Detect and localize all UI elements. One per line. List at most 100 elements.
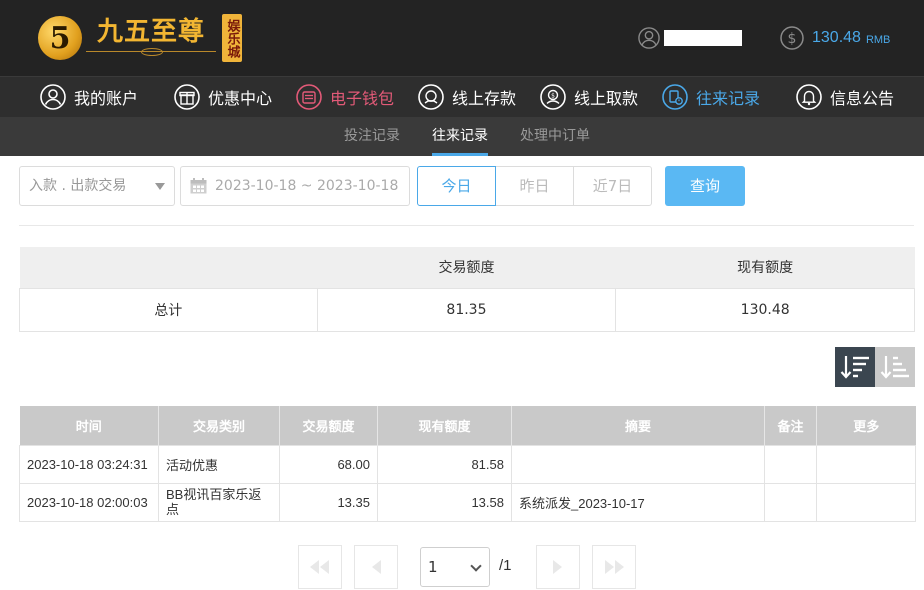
summary-header-row: 交易额度 现有额度 <box>19 247 915 288</box>
last-page-button[interactable] <box>592 545 636 589</box>
nav-label: 信息公告 <box>830 89 895 108</box>
bell-icon <box>796 84 822 110</box>
tab-bet-records[interactable]: 投注记录 <box>344 117 400 156</box>
double-chevron-right-icon <box>605 560 624 574</box>
section-divider <box>19 225 914 226</box>
col-header-remark[interactable]: 备注 <box>764 406 817 445</box>
query-button[interactable]: 查询 <box>665 166 745 206</box>
records-header-row: 时间 交易类别 交易额度 现有额度 摘要 备注 更多 <box>19 406 916 445</box>
gift-icon <box>174 84 200 110</box>
date-range-input[interactable]: 2023-10-18 ~ 2023-10-18 <box>180 166 410 206</box>
col-header-summary[interactable]: 摘要 <box>511 406 765 445</box>
sort-ascending-button[interactable] <box>875 347 915 387</box>
summary-total-row: 总计 81.35 130.48 <box>19 287 915 332</box>
cell-summary <box>511 444 765 484</box>
next-page-button[interactable] <box>536 545 580 589</box>
logo-ornament <box>86 48 216 59</box>
tab-pending-orders[interactable]: 处理中订单 <box>520 117 590 156</box>
nav-e-wallet[interactable]: 电子钱包 <box>296 77 394 117</box>
summary-total-label: 总计 <box>19 287 318 332</box>
logo-title: 九五至尊 <box>96 17 205 47</box>
nav-label: 线上取款 <box>574 89 639 108</box>
caret-down-icon <box>155 183 165 190</box>
nav-promotions[interactable]: 优惠中心 <box>174 77 272 117</box>
cell-type: 活动优惠 <box>158 444 280 484</box>
sort-ascending-icon <box>880 356 909 379</box>
range-yesterday-button[interactable]: 昨日 <box>495 166 574 206</box>
logo-emblem: 5 <box>38 16 82 60</box>
logo-badge: 娱乐城 <box>222 14 242 62</box>
chevron-down-icon <box>470 560 482 572</box>
calendar-icon <box>190 178 207 194</box>
nav-transaction-records[interactable]: 往来记录 <box>662 77 760 117</box>
transaction-type-select[interactable]: 入款 . 出款交易 <box>19 166 175 206</box>
double-chevron-left-icon <box>310 560 329 574</box>
table-row: 2023-10-18 03:24:31 活动优惠 68.00 81.58 <box>19 444 916 484</box>
range-7days-button[interactable]: 近7日 <box>573 166 652 206</box>
nav-label: 线上存款 <box>452 89 517 108</box>
cell-time: 2023-10-18 03:24:31 <box>19 444 159 484</box>
dollar-coin-icon: $ <box>780 26 804 50</box>
username-field <box>664 30 742 46</box>
summary-table: 交易额度 现有额度 总计 81.35 130.48 <box>19 247 915 332</box>
prev-page-button[interactable] <box>354 545 398 589</box>
cell-amount: 68.00 <box>279 444 378 484</box>
cell-summary: 系统派发_2023-10-17 <box>511 482 765 522</box>
nav-announcements[interactable]: 信息公告 <box>796 77 894 117</box>
nav-label: 电子钱包 <box>330 89 395 108</box>
chevron-left-icon <box>372 560 381 574</box>
cell-time: 2023-10-18 02:00:03 <box>19 482 159 522</box>
summary-header-blank <box>19 247 318 288</box>
col-header-balance[interactable]: 现有额度 <box>377 406 512 445</box>
nav-my-account[interactable]: 我的账户 <box>40 77 138 117</box>
wallet-icon <box>296 84 322 110</box>
cell-type: BB视讯百家乐返点 <box>158 482 280 522</box>
nav-online-deposit[interactable]: 线上存款 <box>418 77 516 117</box>
deposit-icon <box>418 84 444 110</box>
first-page-button[interactable] <box>298 545 342 589</box>
sort-descending-icon <box>840 356 869 379</box>
records-table: 时间 交易类别 交易额度 现有额度 摘要 备注 更多 2023-10-18 03… <box>19 406 916 522</box>
svg-text:$: $ <box>551 93 555 100</box>
col-header-amount[interactable]: 交易额度 <box>279 406 378 445</box>
wallet-balance: $ 130.48 RMB <box>780 26 890 50</box>
svg-text:$: $ <box>788 31 797 47</box>
cell-more[interactable] <box>816 444 916 484</box>
summary-header-current-balance: 现有额度 <box>615 247 915 288</box>
range-today-button[interactable]: 今日 <box>417 166 496 206</box>
col-header-time[interactable]: 时间 <box>19 406 159 445</box>
cell-balance: 81.58 <box>377 444 512 484</box>
sort-descending-button[interactable] <box>835 347 875 387</box>
user-icon <box>40 84 66 110</box>
transaction-type-value: 入款 . 出款交易 <box>29 178 127 194</box>
page-number-value: 1 <box>428 558 438 576</box>
quick-range-group: 今日 昨日 近7日 <box>417 166 652 206</box>
cell-remark <box>764 482 817 522</box>
nav-label: 往来记录 <box>696 89 761 108</box>
summary-header-transaction-amount: 交易额度 <box>317 247 616 288</box>
col-header-type[interactable]: 交易类别 <box>158 406 280 445</box>
tab-transaction-records[interactable]: 往来记录 <box>432 117 488 156</box>
summary-total-balance: 130.48 <box>615 287 915 332</box>
table-row: 2023-10-18 02:00:03 BB视讯百家乐返点 13.35 13.5… <box>19 482 916 522</box>
col-header-more[interactable]: 更多 <box>816 406 916 445</box>
site-logo[interactable]: 5 九五至尊 娱乐城 <box>38 11 242 65</box>
balance-amount: 130.48 <box>812 29 861 46</box>
sub-navigation: 投注记录 往来记录 处理中订单 <box>0 117 924 156</box>
summary-total-transaction: 81.35 <box>316 287 617 332</box>
cell-remark <box>764 444 817 484</box>
record-icon <box>662 84 688 110</box>
balance-currency: RMB <box>865 33 891 46</box>
main-navigation: 我的账户 优惠中心 电子钱包 线上存款 $ 线上取款 往来记录 信息公告 <box>0 76 924 117</box>
top-header: 5 九五至尊 娱乐城 $ 130.48 RMB <box>0 0 924 76</box>
user-account[interactable] <box>638 27 742 49</box>
nav-online-withdraw[interactable]: $ 线上取款 <box>540 77 638 117</box>
page-number-select[interactable]: 1 <box>420 547 490 587</box>
nav-label: 优惠中心 <box>208 89 273 108</box>
date-range-value: 2023-10-18 ~ 2023-10-18 <box>215 178 399 194</box>
page-total: /1 <box>499 557 512 574</box>
cell-more[interactable] <box>816 482 916 522</box>
chevron-right-icon <box>553 560 562 574</box>
user-avatar-icon <box>638 27 660 49</box>
cell-amount: 13.35 <box>279 482 378 522</box>
